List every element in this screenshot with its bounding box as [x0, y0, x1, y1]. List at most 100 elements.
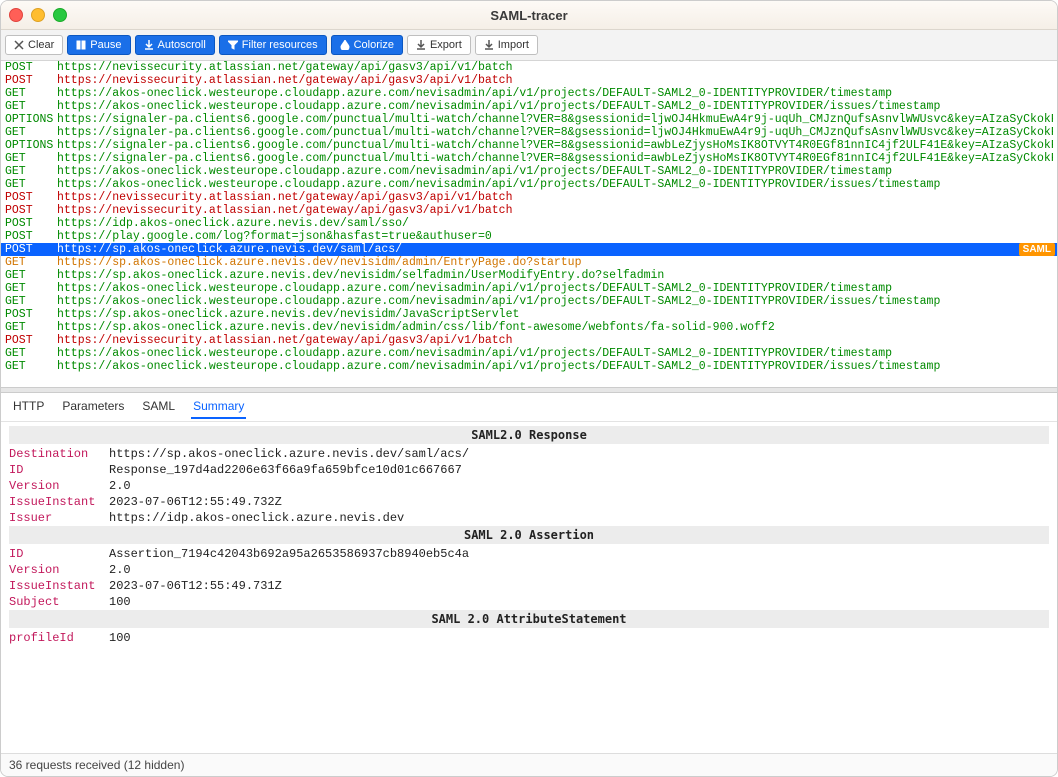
url-label: https://signaler-pa.clients6.google.com/… [57, 113, 1053, 126]
titlebar: SAML-tracer [1, 1, 1057, 30]
method-label: GET [5, 256, 57, 269]
section-attributes: SAML 2.0 AttributeStatement [9, 610, 1049, 628]
request-row[interactable]: POSThttps://nevissecurity.atlassian.net/… [1, 191, 1057, 204]
request-row[interactable]: POSThttps://nevissecurity.atlassian.net/… [1, 61, 1057, 74]
kv-value: 2023-07-06T12:55:49.732Z [109, 494, 282, 510]
kv-key: ID [9, 546, 109, 562]
method-label: POST [5, 308, 57, 321]
detail-body: SAML2.0 Response Destinationhttps://sp.a… [1, 422, 1057, 753]
method-label: OPTIONS [5, 113, 57, 126]
app-window: SAML-tracer Clear Pause Autoscroll Filte… [0, 0, 1058, 777]
zoom-icon[interactable] [53, 8, 67, 22]
kv-row: Destinationhttps://sp.akos-oneclick.azur… [9, 446, 1049, 462]
request-row[interactable]: GEThttps://akos-oneclick.westeurope.clou… [1, 295, 1057, 308]
url-label: https://akos-oneclick.westeurope.cloudap… [57, 100, 1053, 113]
method-label: POST [5, 204, 57, 217]
request-row[interactable]: GEThttps://akos-oneclick.westeurope.clou… [1, 178, 1057, 191]
clear-button[interactable]: Clear [5, 35, 63, 55]
kv-key: Version [9, 562, 109, 578]
request-row[interactable]: POSThttps://play.google.com/log?format=j… [1, 230, 1057, 243]
import-button[interactable]: Import [475, 35, 538, 55]
request-row[interactable]: GEThttps://signaler-pa.clients6.google.c… [1, 126, 1057, 139]
kv-value: https://idp.akos-oneclick.azure.nevis.de… [109, 510, 404, 526]
url-label: https://akos-oneclick.westeurope.cloudap… [57, 178, 1053, 191]
import-label: Import [498, 39, 529, 51]
url-label: https://nevissecurity.atlassian.net/gate… [57, 74, 1053, 87]
kv-row: IDAssertion_7194c42043b692a95a2653586937… [9, 546, 1049, 562]
method-label: GET [5, 360, 57, 373]
request-row[interactable]: GEThttps://akos-oneclick.westeurope.clou… [1, 165, 1057, 178]
kv-value: 100 [109, 630, 131, 646]
request-row[interactable]: POSThttps://nevissecurity.atlassian.net/… [1, 204, 1057, 217]
request-row[interactable]: GEThttps://sp.akos-oneclick.azure.nevis.… [1, 256, 1057, 269]
method-label: POST [5, 217, 57, 230]
colorize-button[interactable]: Colorize [331, 35, 403, 55]
request-row[interactable]: GEThttps://sp.akos-oneclick.azure.nevis.… [1, 321, 1057, 334]
kv-row: Version2.0 [9, 562, 1049, 578]
assertion-kv-block: IDAssertion_7194c42043b692a95a2653586937… [9, 546, 1049, 610]
request-row[interactable]: POSThttps://sp.akos-oneclick.azure.nevis… [1, 243, 1057, 256]
kv-row: Issuerhttps://idp.akos-oneclick.azure.ne… [9, 510, 1049, 526]
request-row[interactable]: POSThttps://sp.akos-oneclick.azure.nevis… [1, 308, 1057, 321]
request-row[interactable]: GEThttps://akos-oneclick.westeurope.clou… [1, 100, 1057, 113]
tab-parameters[interactable]: Parameters [60, 395, 126, 419]
request-row[interactable]: OPTIONShttps://signaler-pa.clients6.goog… [1, 113, 1057, 126]
kv-row: Version2.0 [9, 478, 1049, 494]
detail-pane: HTTP Parameters SAML Summary SAML2.0 Res… [1, 393, 1057, 753]
minimize-icon[interactable] [31, 8, 45, 22]
filter-button[interactable]: Filter resources [219, 35, 327, 55]
request-row[interactable]: GEThttps://akos-oneclick.westeurope.clou… [1, 87, 1057, 100]
method-label: POST [5, 243, 57, 256]
kv-key: Issuer [9, 510, 109, 526]
method-label: GET [5, 295, 57, 308]
method-label: GET [5, 178, 57, 191]
saml-badge: SAML [1019, 243, 1055, 256]
url-label: https://akos-oneclick.westeurope.cloudap… [57, 282, 1053, 295]
request-row[interactable]: GEThttps://akos-oneclick.westeurope.clou… [1, 282, 1057, 295]
url-label: https://akos-oneclick.westeurope.cloudap… [57, 165, 1053, 178]
url-label: https://sp.akos-oneclick.azure.nevis.dev… [57, 308, 1053, 321]
pause-button[interactable]: Pause [67, 35, 130, 55]
request-row[interactable]: GEThttps://akos-oneclick.westeurope.clou… [1, 360, 1057, 373]
export-label: Export [430, 39, 462, 51]
download-icon [144, 40, 154, 50]
kv-key: IssueInstant [9, 494, 109, 510]
request-row[interactable]: OPTIONShttps://signaler-pa.clients6.goog… [1, 139, 1057, 152]
tab-saml[interactable]: SAML [140, 395, 177, 419]
request-list[interactable]: POST https://nevissecurity.atlassian.net/… [1, 61, 1057, 387]
request-row[interactable]: GEThttps://signaler-pa.clients6.google.c… [1, 152, 1057, 165]
toolbar: Clear Pause Autoscroll Filter resources … [1, 30, 1057, 61]
request-row[interactable]: GEThttps://sp.akos-oneclick.azure.nevis.… [1, 269, 1057, 282]
method-label: GET [5, 347, 57, 360]
colorize-label: Colorize [354, 39, 394, 51]
method-label: GET [5, 282, 57, 295]
url-label: https://akos-oneclick.westeurope.cloudap… [57, 347, 1053, 360]
request-row[interactable]: POSThttps://nevissecurity.atlassian.net/… [1, 74, 1057, 87]
import-icon [484, 40, 494, 50]
request-row[interactable]: GEThttps://akos-oneclick.westeurope.clou… [1, 347, 1057, 360]
kv-value: 2.0 [109, 562, 131, 578]
method-label: GET [5, 152, 57, 165]
tab-http[interactable]: HTTP [11, 395, 46, 419]
kv-key: ID [9, 462, 109, 478]
method-label: OPTIONS [5, 139, 57, 152]
autoscroll-button[interactable]: Autoscroll [135, 35, 215, 55]
response-kv-block: Destinationhttps://sp.akos-oneclick.azur… [9, 446, 1049, 526]
kv-row: IssueInstant2023-07-06T12:55:49.731Z [9, 578, 1049, 594]
request-row[interactable]: POSThttps://idp.akos-oneclick.azure.nevi… [1, 217, 1057, 230]
kv-key: IssueInstant [9, 578, 109, 594]
method-label: POST [5, 191, 57, 204]
url-label: https://play.google.com/log?format=json&… [57, 230, 1053, 243]
kv-key: Version [9, 478, 109, 494]
clear-label: Clear [28, 39, 54, 51]
window-title: SAML-tracer [1, 8, 1057, 23]
window-controls [9, 8, 67, 22]
pause-icon [76, 40, 86, 50]
pause-label: Pause [90, 39, 121, 51]
export-button[interactable]: Export [407, 35, 471, 55]
kv-row: IDResponse_197d4ad2206e63f66a9fa659bfce1… [9, 462, 1049, 478]
close-icon[interactable] [9, 8, 23, 22]
tab-summary[interactable]: Summary [191, 395, 246, 419]
kv-key: Destination [9, 446, 109, 462]
request-row[interactable]: POSThttps://nevissecurity.atlassian.net/… [1, 334, 1057, 347]
